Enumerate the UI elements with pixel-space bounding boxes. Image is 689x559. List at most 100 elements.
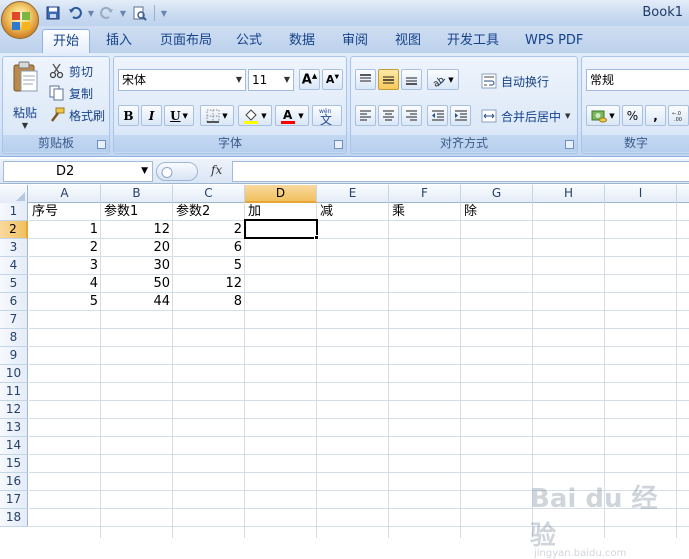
paste-button[interactable]: 粘贴 ▼ — [9, 61, 41, 133]
undo-button[interactable] — [66, 4, 84, 22]
office-button[interactable] — [1, 1, 39, 39]
row-header[interactable]: 7 — [0, 311, 28, 329]
bold-button[interactable]: B — [118, 105, 139, 126]
cell-a5[interactable]: 4 — [29, 275, 101, 293]
accounting-format-button[interactable]: ▼ — [586, 105, 620, 126]
align-top-button[interactable] — [355, 69, 376, 90]
orientation-dropdown-icon[interactable]: ▼ — [448, 76, 453, 84]
align-left-button[interactable] — [355, 105, 376, 126]
row-header[interactable]: 8 — [0, 329, 28, 347]
cell-b6[interactable]: 44 — [101, 293, 173, 311]
column-header-h[interactable]: H — [533, 185, 605, 203]
row-header[interactable]: 10 — [0, 365, 28, 383]
row-header[interactable]: 5 — [0, 275, 28, 293]
merge-center-button[interactable]: 合并后居中 ▼ — [481, 106, 570, 126]
cell-c3[interactable]: 6 — [173, 239, 245, 257]
accounting-format-dropdown-icon[interactable]: ▼ — [609, 112, 614, 120]
percent-style-button[interactable]: % — [622, 105, 643, 126]
tab-formulas[interactable]: 公式 — [226, 29, 272, 53]
cell-c1[interactable]: 参数2 — [173, 203, 245, 221]
row-header[interactable]: 1 — [0, 203, 28, 221]
paste-dropdown-icon[interactable]: ▼ — [9, 121, 41, 130]
align-right-button[interactable] — [401, 105, 422, 126]
cell-f1[interactable]: 乘 — [389, 203, 461, 221]
undo-dropdown-icon[interactable]: ▼ — [88, 6, 94, 20]
column-header-e[interactable]: E — [317, 185, 389, 203]
tab-developer[interactable]: 开发工具 — [437, 29, 509, 53]
row-header[interactable]: 11 — [0, 383, 28, 401]
tab-view[interactable]: 视图 — [385, 29, 431, 53]
fill-color-dropdown-icon[interactable]: ▼ — [261, 112, 266, 120]
tab-home[interactable]: 开始 — [42, 29, 91, 54]
save-button[interactable] — [44, 4, 62, 22]
formula-bar-toggle[interactable] — [156, 162, 198, 181]
column-header-c[interactable]: C — [173, 185, 245, 203]
alignment-launcher-icon[interactable] — [565, 140, 574, 149]
column-header-i[interactable]: I — [605, 185, 677, 203]
fill-handle[interactable] — [314, 235, 319, 240]
merge-center-dropdown-icon[interactable]: ▼ — [565, 112, 570, 120]
number-format-combo[interactable]: 常规 — [586, 69, 689, 91]
tab-page-layout[interactable]: 页面布局 — [150, 29, 222, 53]
grow-font-button[interactable]: A▲ — [299, 69, 320, 90]
row-header[interactable]: 3 — [0, 239, 28, 257]
cell-a2[interactable]: 1 — [29, 221, 101, 239]
font-color-button[interactable]: A ▼ — [275, 105, 309, 126]
fill-color-button[interactable]: ▼ — [238, 105, 272, 126]
increase-indent-button[interactable] — [450, 105, 471, 126]
formula-input[interactable] — [232, 161, 689, 182]
cell-c6[interactable]: 8 — [173, 293, 245, 311]
italic-button[interactable]: I — [141, 105, 162, 126]
cell-a6[interactable]: 5 — [29, 293, 101, 311]
cell-b3[interactable]: 20 — [101, 239, 173, 257]
row-header[interactable]: 2 — [0, 221, 28, 239]
phonetic-guide-button[interactable]: wén 文 — [312, 105, 342, 126]
decrease-indent-button[interactable] — [427, 105, 448, 126]
redo-button[interactable] — [98, 4, 116, 22]
cell-b5[interactable]: 50 — [101, 275, 173, 293]
wrap-text-button[interactable]: 自动换行 — [481, 71, 549, 91]
font-name-combo[interactable]: 宋体 ▼ — [118, 69, 246, 91]
align-bottom-button[interactable] — [401, 69, 422, 90]
select-all-button[interactable] — [0, 185, 28, 203]
active-cell-d2[interactable] — [244, 219, 318, 239]
tab-data[interactable]: 数据 — [279, 29, 325, 53]
row-header[interactable]: 12 — [0, 401, 28, 419]
font-launcher-icon[interactable] — [334, 140, 343, 149]
name-box-dropdown-icon[interactable]: ▼ — [141, 162, 148, 181]
underline-dropdown-icon[interactable]: ▼ — [183, 112, 188, 120]
insert-function-icon[interactable]: fx — [211, 163, 222, 177]
row-header[interactable]: 6 — [0, 293, 28, 311]
tab-review[interactable]: 审阅 — [332, 29, 378, 53]
borders-button[interactable]: ▼ — [200, 105, 234, 126]
comma-style-button[interactable]: , — [645, 105, 666, 126]
cell-b2[interactable]: 12 — [101, 221, 173, 239]
redo-dropdown-icon[interactable]: ▼ — [120, 6, 126, 20]
cell-a4[interactable]: 3 — [29, 257, 101, 275]
name-box[interactable]: D2 ▼ — [3, 161, 153, 182]
align-center-button[interactable] — [378, 105, 399, 126]
column-header-d[interactable]: D — [245, 185, 317, 203]
increase-decimal-button[interactable]: ←.0 .00 — [668, 105, 689, 126]
copy-button[interactable]: 复制 — [49, 83, 93, 103]
row-header[interactable]: 16 — [0, 473, 28, 491]
borders-dropdown-icon[interactable]: ▼ — [222, 112, 227, 120]
font-size-dropdown-icon[interactable]: ▼ — [284, 70, 290, 90]
clipboard-launcher-icon[interactable] — [97, 140, 106, 149]
column-header-g[interactable]: G — [461, 185, 533, 203]
column-header-b[interactable]: B — [101, 185, 173, 203]
font-size-combo[interactable]: 11 ▼ — [248, 69, 294, 91]
underline-button[interactable]: U ▼ — [164, 105, 194, 126]
cell-g1[interactable]: 除 — [461, 203, 533, 221]
customize-qat-icon[interactable]: ▼ — [161, 6, 167, 20]
format-painter-button[interactable]: 格式刷 — [49, 105, 105, 125]
tab-insert[interactable]: 插入 — [96, 29, 142, 53]
cell-a1[interactable]: 序号 — [29, 203, 101, 221]
shrink-font-button[interactable]: A▼ — [322, 69, 343, 90]
column-header-a[interactable]: A — [29, 185, 101, 203]
row-header[interactable]: 17 — [0, 491, 28, 509]
align-middle-button[interactable] — [378, 69, 399, 90]
row-header[interactable]: 18 — [0, 509, 28, 527]
print-preview-button[interactable] — [130, 4, 148, 22]
font-color-dropdown-icon[interactable]: ▼ — [298, 112, 303, 120]
